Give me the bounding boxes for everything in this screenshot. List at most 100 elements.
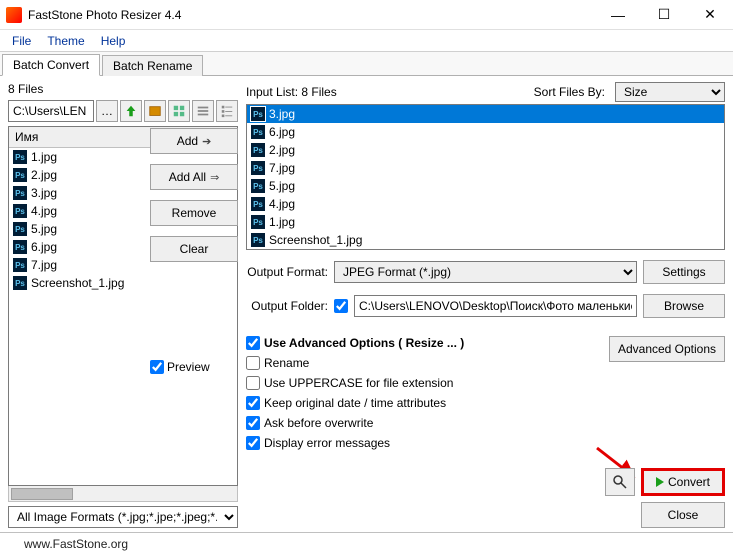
file-name: 4.jpg <box>269 197 295 211</box>
ps-file-icon: Ps <box>251 233 265 247</box>
arrow-double-right-icon: ⇒ <box>210 171 219 184</box>
file-name: 4.jpg <box>31 204 57 218</box>
file-name: 5.jpg <box>31 222 57 236</box>
close-button[interactable]: Close <box>641 502 725 528</box>
output-format-select[interactable]: JPEG Format (*.jpg) <box>334 261 637 283</box>
file-filter-select[interactable]: All Image Formats (*.jpg;*.jpe;*.jpeg;*. <box>8 506 238 528</box>
ps-file-icon: Ps <box>251 107 265 121</box>
footer-url[interactable]: www.FastStone.org <box>24 537 128 551</box>
view-list-button[interactable] <box>192 100 214 122</box>
input-file-item[interactable]: Ps 3.jpg <box>247 105 724 123</box>
tab-bar: Batch Convert Batch Rename <box>0 52 733 76</box>
view-details-button[interactable] <box>216 100 238 122</box>
preview-magnifier-button[interactable] <box>605 468 635 496</box>
convert-button[interactable]: Convert <box>641 468 725 496</box>
tab-batch-rename[interactable]: Batch Rename <box>102 55 203 76</box>
play-icon <box>656 477 664 487</box>
file-name: 2.jpg <box>31 168 57 182</box>
window-title: FastStone Photo Resizer 4.4 <box>28 8 595 22</box>
files-count-label: 8 Files <box>8 82 238 96</box>
file-name: 7.jpg <box>31 258 57 272</box>
file-name: 5.jpg <box>269 179 295 193</box>
display-errors-checkbox[interactable] <box>246 436 260 450</box>
file-name: 3.jpg <box>269 107 295 121</box>
app-icon <box>6 7 22 23</box>
horizontal-scrollbar[interactable] <box>8 486 238 502</box>
ps-file-icon: Ps <box>251 197 265 211</box>
preview-label: Preview <box>167 360 210 374</box>
file-name: 6.jpg <box>269 125 295 139</box>
ps-file-icon: Ps <box>13 150 27 164</box>
menu-bar: File Theme Help <box>0 30 733 52</box>
browse-button[interactable]: Browse <box>643 294 725 318</box>
output-format-label: Output Format: <box>246 265 328 279</box>
input-file-item[interactable]: Ps 2.jpg <box>247 141 724 159</box>
preview-checkbox[interactable] <box>150 360 164 374</box>
input-file-item[interactable]: Ps 5.jpg <box>247 177 724 195</box>
uppercase-label: Use UPPERCASE for file extension <box>264 376 453 390</box>
keep-date-label: Keep original date / time attributes <box>264 396 446 410</box>
view-thumbs-button[interactable] <box>168 100 190 122</box>
input-list-label: Input List: 8 Files <box>246 85 337 99</box>
file-name: 7.jpg <box>269 161 295 175</box>
ps-file-icon: Ps <box>13 204 27 218</box>
ps-file-icon: Ps <box>251 179 265 193</box>
sort-files-by-label: Sort Files By: <box>534 85 605 99</box>
ps-file-icon: Ps <box>13 222 27 236</box>
up-folder-button[interactable] <box>120 100 142 122</box>
file-name: Screenshot_1.jpg <box>31 276 124 290</box>
file-name: Screenshot_1.jpg <box>269 233 362 247</box>
menu-file[interactable]: File <box>4 32 39 50</box>
ps-file-icon: Ps <box>13 276 27 290</box>
ask-overwrite-label: Ask before overwrite <box>264 416 373 430</box>
advanced-options-button[interactable]: Advanced Options <box>609 336 725 362</box>
output-folder-input[interactable] <box>354 295 637 317</box>
input-file-item[interactable]: Ps 7.jpg <box>247 159 724 177</box>
clear-button[interactable]: Clear <box>150 236 238 262</box>
rename-checkbox[interactable] <box>246 356 260 370</box>
settings-button[interactable]: Settings <box>643 260 725 284</box>
input-file-item[interactable]: Ps Screenshot_1.jpg <box>247 231 724 249</box>
close-window-button[interactable]: ✕ <box>687 0 733 30</box>
file-item[interactable]: Ps Screenshot_1.jpg <box>9 274 237 292</box>
minimize-button[interactable]: — <box>595 0 641 30</box>
maximize-button[interactable]: ☐ <box>641 0 687 30</box>
arrow-right-icon: ➔ <box>202 135 211 148</box>
browse-folder-button[interactable]: … <box>96 100 118 122</box>
ps-file-icon: Ps <box>251 215 265 229</box>
path-input[interactable] <box>8 100 94 122</box>
input-file-item[interactable]: Ps 4.jpg <box>247 195 724 213</box>
ps-file-icon: Ps <box>13 168 27 182</box>
input-file-list[interactable]: Ps 3.jpg Ps 6.jpg Ps 2.jpg Ps 7.jpg Ps 5.jpg Ps 4.j… <box>246 104 725 250</box>
sort-files-select[interactable]: Size <box>615 82 725 102</box>
ps-file-icon: Ps <box>13 186 27 200</box>
ps-file-icon: Ps <box>251 143 265 157</box>
file-name: 6.jpg <box>31 240 57 254</box>
remove-button[interactable]: Remove <box>150 200 238 226</box>
ps-file-icon: Ps <box>13 258 27 272</box>
input-file-item[interactable]: Ps 1.jpg <box>247 213 724 231</box>
uppercase-checkbox[interactable] <box>246 376 260 390</box>
add-button[interactable]: Add➔ <box>150 128 238 154</box>
ps-file-icon: Ps <box>251 125 265 139</box>
input-file-item[interactable]: Ps 6.jpg <box>247 123 724 141</box>
ps-file-icon: Ps <box>251 161 265 175</box>
tab-batch-convert[interactable]: Batch Convert <box>2 54 100 76</box>
output-folder-checkbox[interactable] <box>334 299 348 313</box>
file-name: 1.jpg <box>269 215 295 229</box>
file-name: 3.jpg <box>31 186 57 200</box>
menu-theme[interactable]: Theme <box>39 32 92 50</box>
ask-overwrite-checkbox[interactable] <box>246 416 260 430</box>
menu-help[interactable]: Help <box>93 32 134 50</box>
refresh-button[interactable] <box>144 100 166 122</box>
ps-file-icon: Ps <box>13 240 27 254</box>
add-all-button[interactable]: Add All⇒ <box>150 164 238 190</box>
file-name: 1.jpg <box>31 150 57 164</box>
display-errors-label: Display error messages <box>264 436 390 450</box>
keep-date-checkbox[interactable] <box>246 396 260 410</box>
file-name: 2.jpg <box>269 143 295 157</box>
use-advanced-label: Use Advanced Options ( Resize ... ) <box>264 336 464 350</box>
column-name-header: Имя <box>15 130 38 144</box>
use-advanced-checkbox[interactable] <box>246 336 260 350</box>
rename-label: Rename <box>264 356 309 370</box>
